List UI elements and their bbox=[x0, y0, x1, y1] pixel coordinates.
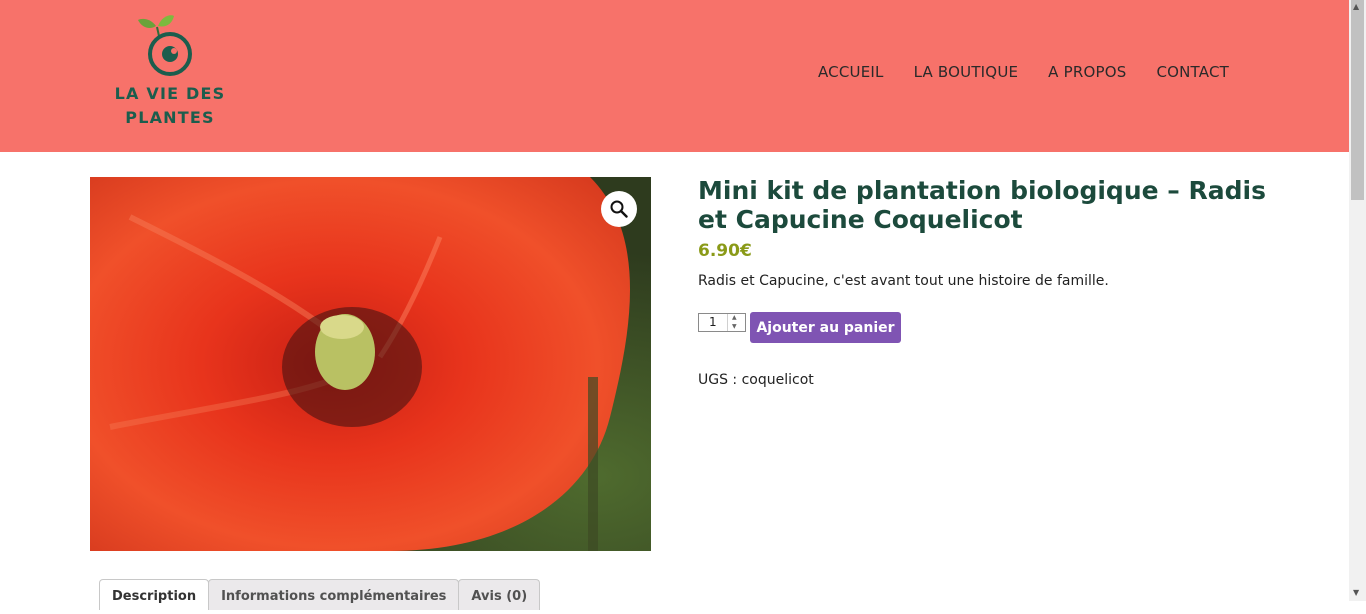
product-price: 6.90€ bbox=[698, 241, 752, 261]
site-logo[interactable]: LA VIE DES PLANTES bbox=[112, 14, 228, 134]
logo-text-line2: PLANTES bbox=[125, 108, 215, 127]
product-sku: UGS : coquelicot bbox=[698, 372, 814, 388]
tab-reviews[interactable]: Avis (0) bbox=[458, 579, 541, 610]
quantity-stepper[interactable]: 1 ▲ ▼ bbox=[698, 313, 746, 332]
scroll-down-icon[interactable]: ▼ bbox=[1353, 588, 1359, 597]
zoom-icon bbox=[610, 200, 628, 218]
logo-text-line1: LA VIE DES bbox=[114, 84, 226, 103]
quantity-value[interactable]: 1 bbox=[709, 315, 717, 329]
nav-link-contact[interactable]: CONTACT bbox=[1156, 63, 1229, 81]
product-image[interactable] bbox=[90, 177, 651, 551]
decrement-icon[interactable]: ▼ bbox=[732, 323, 737, 331]
site-header: LA VIE DES PLANTES ACCUEIL LA BOUTIQUE A… bbox=[0, 0, 1349, 152]
page-scrollbar[interactable]: ▲ ▼ bbox=[1349, 0, 1366, 601]
add-to-cart-button[interactable]: Ajouter au panier bbox=[750, 312, 901, 343]
zoom-button[interactable] bbox=[601, 191, 637, 227]
logo-sprout-icon bbox=[138, 15, 192, 76]
nav-link-accueil[interactable]: ACCUEIL bbox=[818, 63, 884, 81]
product-short-description: Radis et Capucine, c'est avant tout une … bbox=[698, 273, 1109, 289]
nav-link-a-propos[interactable]: A PROPOS bbox=[1048, 63, 1126, 81]
main-navigation: ACCUEIL LA BOUTIQUE A PROPOS CONTACT bbox=[818, 63, 1229, 81]
increment-icon[interactable]: ▲ bbox=[732, 314, 737, 322]
product-tabs: Description Informations complémentaires… bbox=[99, 579, 541, 610]
tab-description[interactable]: Description bbox=[99, 579, 210, 610]
quantity-spin-buttons[interactable]: ▲ ▼ bbox=[727, 314, 745, 331]
tab-additional-information[interactable]: Informations complémentaires bbox=[208, 579, 460, 610]
poppy-photo bbox=[90, 177, 651, 551]
scrollbar-thumb[interactable] bbox=[1351, 0, 1364, 200]
nav-link-boutique[interactable]: LA BOUTIQUE bbox=[914, 63, 1019, 81]
scroll-up-icon[interactable]: ▲ bbox=[1353, 2, 1359, 11]
product-title: Mini kit de plantation biologique – Radi… bbox=[698, 176, 1266, 234]
